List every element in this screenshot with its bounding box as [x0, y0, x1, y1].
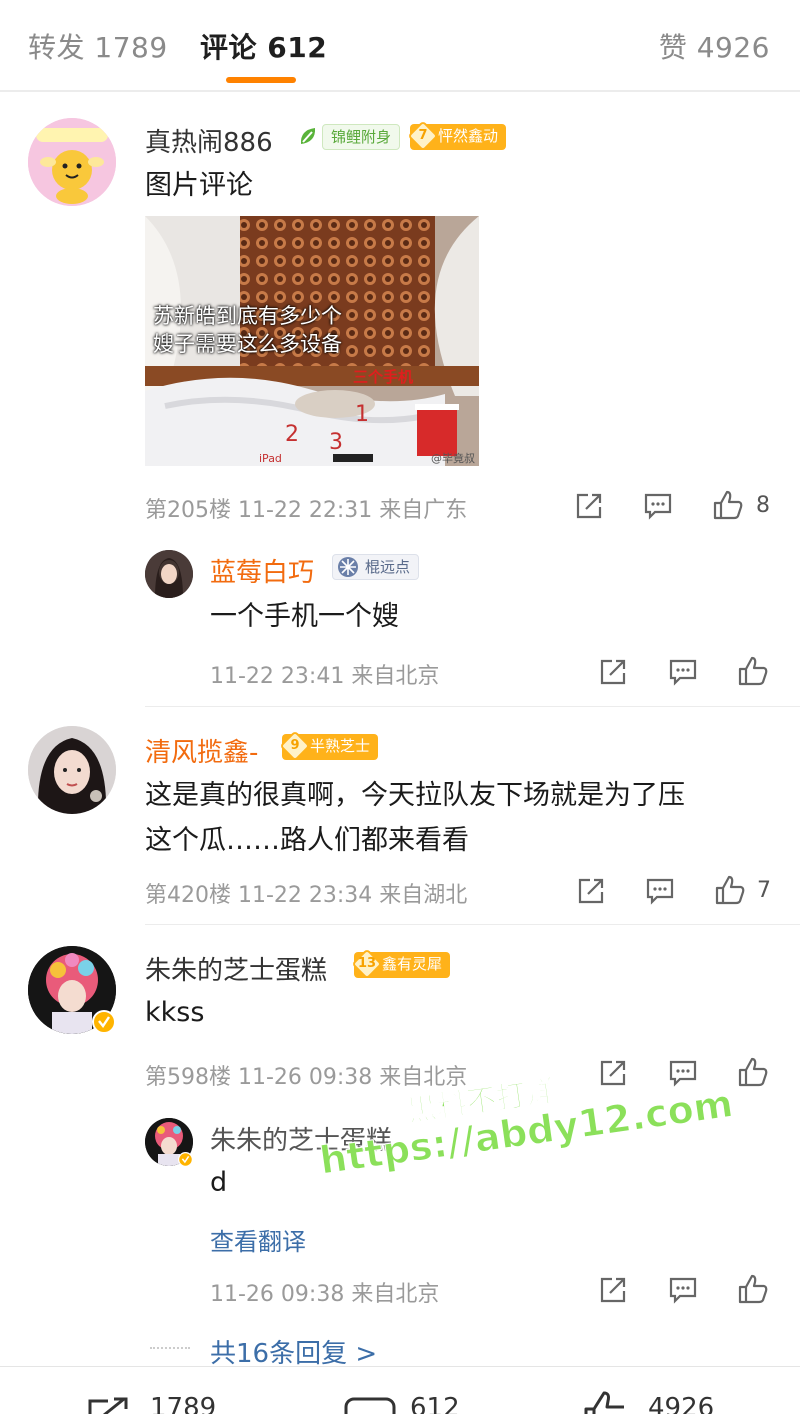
- comment-text: kkss: [145, 997, 205, 1028]
- active-tab-indicator: [226, 77, 296, 83]
- bottom-repost-count[interactable]: 1789: [150, 1393, 216, 1414]
- image-number: 3: [329, 430, 343, 455]
- image-label: 三个手机: [353, 368, 414, 386]
- level-number: 9: [290, 738, 300, 753]
- fan-badge[interactable]: 锦鲤附身: [322, 124, 401, 150]
- level-badge[interactable]: 13 鑫有灵犀: [351, 948, 451, 980]
- fan-badge[interactable]: 棍远点: [332, 554, 420, 580]
- comment-text-line2: 这个瓜……路人们都来看看: [145, 825, 469, 856]
- image-corner-text: iPad: [259, 452, 282, 465]
- share-icon[interactable]: [598, 1058, 628, 1088]
- badge-label: 棍远点: [365, 558, 411, 576]
- reply-meta: 11-26 09:38 来自北京: [210, 1282, 440, 1307]
- like-count: 7: [757, 878, 771, 903]
- like-count: 8: [756, 493, 770, 518]
- like-icon[interactable]: [712, 489, 744, 521]
- avatar[interactable]: [28, 118, 116, 206]
- reply-text: 一个手机一个嫂: [210, 601, 399, 632]
- comment-tabs: 转发 1789 评论 612 赞 4926: [0, 0, 800, 92]
- comment-icon[interactable]: [668, 657, 698, 687]
- comment-meta: 第420楼 11-22 23:34 来自湖北: [145, 883, 468, 908]
- level-number: 7: [418, 128, 428, 143]
- username[interactable]: 真热闹886: [145, 122, 273, 159]
- comment-icon[interactable]: [645, 876, 675, 906]
- divider: [145, 706, 800, 707]
- level-title: 半熟芝士: [310, 737, 371, 755]
- comment-meta: 第205楼 11-22 22:31 来自广东: [145, 498, 468, 523]
- level-badge[interactable]: 7 怦然鑫动: [407, 120, 507, 152]
- avatar[interactable]: [28, 726, 116, 814]
- reply-text: d: [210, 1167, 228, 1198]
- username[interactable]: 蓝莓白巧: [210, 552, 314, 589]
- repost-icon[interactable]: [86, 1397, 140, 1414]
- leaf-icon: [296, 124, 320, 148]
- level-number: 13: [357, 956, 377, 971]
- verified-icon: [92, 1010, 116, 1034]
- like-icon[interactable]: [737, 1273, 769, 1305]
- tab-repost[interactable]: 转发 1789: [28, 26, 168, 66]
- bottom-action-bar: 1789 612 4926: [0, 1366, 800, 1414]
- verified-icon: [178, 1152, 193, 1167]
- level-title: 怦然鑫动: [438, 127, 499, 145]
- share-icon[interactable]: [598, 657, 628, 687]
- bottom-like-icon[interactable]: [580, 1389, 632, 1414]
- share-icon[interactable]: [574, 491, 604, 521]
- comment-icon[interactable]: [668, 1058, 698, 1088]
- reply-meta: 11-22 23:41 来自北京: [210, 664, 440, 689]
- username[interactable]: 清风揽鑫-: [145, 732, 258, 769]
- comment-text: 图片评论: [145, 170, 253, 201]
- like-icon[interactable]: [737, 655, 769, 687]
- translate-link[interactable]: 查看翻译: [210, 1222, 306, 1257]
- comment-image[interactable]: 苏新皓到底有多少个 嫂子需要这么多设备 三个手机 1 2 3 iPad @毕竟叔: [145, 216, 479, 466]
- username[interactable]: 朱朱的芝士蛋糕: [210, 1120, 392, 1157]
- comment-text-line1: 这是真的很真啊，今天拉队友下场就是为了压: [145, 780, 685, 811]
- more-replies-link[interactable]: 共16条回复 >: [210, 1333, 377, 1370]
- divider: [145, 924, 800, 925]
- bottom-comment-count[interactable]: 612: [410, 1393, 460, 1414]
- bottom-like-count[interactable]: 4926: [648, 1393, 714, 1414]
- image-caption-line2: 嫂子需要这么多设备: [153, 332, 342, 356]
- share-icon[interactable]: [576, 876, 606, 906]
- comment-icon[interactable]: [668, 1275, 698, 1305]
- avatar[interactable]: [145, 550, 193, 598]
- image-source-watermark: @毕竟叔: [431, 452, 475, 465]
- image-number: 1: [355, 402, 369, 427]
- level-badge[interactable]: 9 半熟芝士: [279, 730, 379, 762]
- comment-icon[interactable]: [643, 491, 673, 521]
- tab-comments[interactable]: 评论 612: [200, 26, 327, 66]
- image-caption-line1: 苏新皓到底有多少个: [153, 304, 342, 328]
- comment-meta: 第598楼 11-26 09:38 来自北京: [145, 1065, 468, 1090]
- tab-likes[interactable]: 赞 4926: [659, 26, 770, 66]
- level-title: 鑫有灵犀: [382, 955, 443, 973]
- bottom-comment-icon[interactable]: [344, 1397, 396, 1414]
- dotted-line: [150, 1347, 190, 1349]
- share-icon[interactable]: [598, 1275, 628, 1305]
- like-icon[interactable]: [737, 1056, 769, 1088]
- username[interactable]: 朱朱的芝士蛋糕: [145, 950, 327, 987]
- snowflake-icon: [337, 556, 359, 578]
- image-number: 2: [285, 422, 299, 447]
- like-icon[interactable]: [714, 874, 746, 906]
